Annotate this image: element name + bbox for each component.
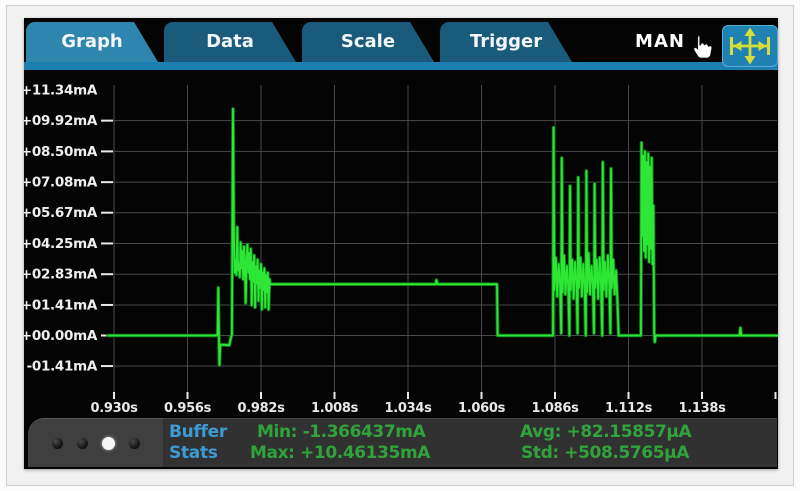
- x-axis-tick: [701, 392, 703, 399]
- x-axis-label: 0.956s: [164, 401, 212, 416]
- x-axis-label: 0.930s: [90, 401, 138, 416]
- x-axis-tick-end: [775, 392, 777, 399]
- y-axis-label: +09.92mA: [24, 113, 98, 129]
- x-axis-label: 1.112s: [605, 401, 653, 416]
- pager-dot-2[interactable]: [77, 438, 88, 449]
- tab-label: Data: [176, 22, 284, 62]
- tab-graph[interactable]: Graph: [26, 22, 158, 62]
- x-axis-label: 1.008s: [311, 401, 359, 416]
- stat-max: Max: +10.46135mA: [250, 443, 430, 463]
- trace-halo: [108, 109, 777, 365]
- y-axis-label: +02.83mA: [24, 267, 98, 283]
- x-axis-tick: [333, 392, 335, 399]
- instrument-screen: GraphDataScaleTrigger MAN 0.930s0.956s0.…: [24, 18, 778, 469]
- tab-label: Graph: [38, 22, 146, 62]
- tab-strip-underline: [24, 62, 778, 70]
- x-axis-label: 1.086s: [531, 401, 579, 416]
- buffer-stats-label-line1: Buffer: [169, 422, 227, 442]
- x-axis-tick: [113, 392, 115, 399]
- x-axis-label: 1.138s: [678, 401, 726, 416]
- stat-min: Min: -1.366437mA: [257, 422, 425, 442]
- stat-std: Std: +508.5765µA: [521, 443, 689, 463]
- pager-dots: [28, 418, 163, 467]
- y-axis-label: +01.41mA: [24, 297, 98, 313]
- pan-zoom-arrows-icon: [723, 26, 777, 66]
- x-axis-tick: [260, 392, 262, 399]
- y-axis-tick: [101, 273, 113, 275]
- pager-dot-1[interactable]: [52, 438, 63, 449]
- x-axis-tick: [407, 392, 409, 399]
- y-axis-label: -01.41mA: [27, 359, 98, 375]
- y-axis-label: +08.50mA: [24, 144, 98, 160]
- footer-bar: Buffer Stats Min: -1.366437mA Max: +10.4…: [28, 418, 777, 467]
- y-axis-label: +04.25mA: [24, 236, 98, 252]
- graph-plot-area[interactable]: 0.930s 0.956s 0.982s 1.008s 1.034s 1.060s 1.08…: [24, 70, 778, 418]
- x-axis-tick: [627, 392, 629, 399]
- y-axis-tick: [101, 304, 113, 306]
- pager-dot-4[interactable]: [129, 438, 140, 449]
- x-axis-label: 1.034s: [384, 401, 432, 416]
- tab-label: Trigger: [452, 22, 560, 62]
- buffer-current-trace: [108, 109, 777, 365]
- hand-pointer-icon: [688, 34, 714, 62]
- x-axis-tick: [554, 392, 556, 399]
- tab-data[interactable]: Data: [164, 22, 296, 62]
- x-axis-label: 0.982s: [237, 401, 285, 416]
- y-axis-label: +07.08mA: [24, 175, 98, 191]
- x-axis-tick: [480, 392, 482, 399]
- pager-dot-3[interactable]: [102, 437, 115, 450]
- x-axis-label: 1.060s: [458, 401, 506, 416]
- y-axis-label: +05.67mA: [24, 205, 98, 221]
- y-axis-label: +11.34mA: [24, 82, 98, 98]
- y-axis-label: +00.00mA: [24, 328, 98, 344]
- buffer-stats-label-line2: Stats: [169, 443, 218, 463]
- y-axis-tick: [101, 181, 113, 183]
- screenshot-page: GraphDataScaleTrigger MAN 0.930s0.956s0.…: [0, 0, 800, 491]
- tab-trigger[interactable]: Trigger: [440, 22, 572, 62]
- tab-label: Scale: [314, 22, 422, 62]
- y-axis-tick: [101, 365, 113, 367]
- graph-scale-button[interactable]: [722, 25, 778, 67]
- y-axis-tick: [101, 120, 113, 122]
- tab-scale[interactable]: Scale: [302, 22, 434, 62]
- y-axis-tick: [101, 150, 113, 152]
- x-axis-tick: [186, 392, 188, 399]
- stat-avg: Avg: +82.15857µA: [520, 422, 691, 442]
- y-axis-tick: [101, 242, 113, 244]
- y-axis-tick: [101, 212, 113, 214]
